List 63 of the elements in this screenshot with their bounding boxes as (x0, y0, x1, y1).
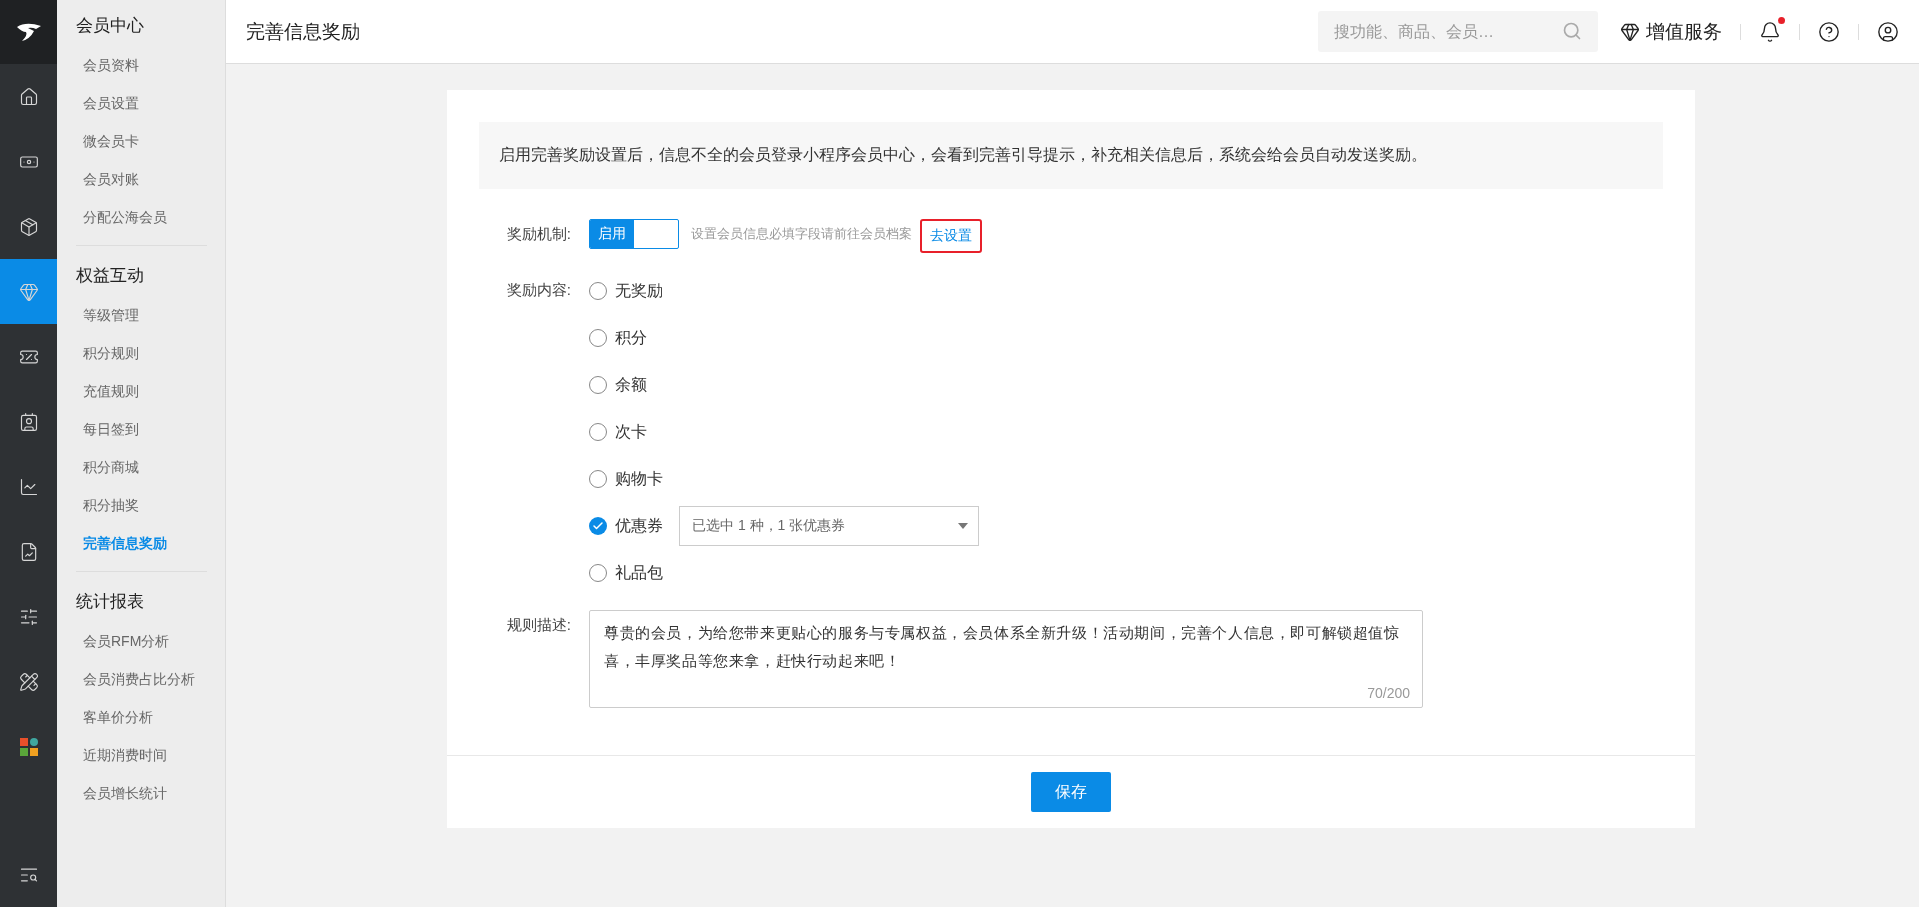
sidebar-item[interactable]: 近期消费时间 (57, 737, 225, 775)
option-label: 购物卡 (615, 468, 663, 489)
sidebar-item[interactable]: 会员增长统计 (57, 775, 225, 813)
field-label: 奖励机制: (505, 224, 572, 244)
search-icon[interactable] (1562, 21, 1582, 41)
diamond-icon (18, 281, 39, 302)
sidebar-group-title: 会员中心 (75, 15, 145, 37)
chart-icon (18, 476, 39, 497)
char-counter: 70/200 (1367, 685, 1410, 701)
description-field[interactable]: 尊贵的会员，为给您带来更贴心的服务与专属权益，会员体系全新升级！活动期间，完善个人信息，即可解锁超值惊喜，丰厚奖品等您来拿，赶快行动起来吧！ 70/200 (589, 610, 1423, 708)
box-icon (18, 216, 39, 237)
page-title: 完善信息奖励 (246, 19, 361, 44)
account-button[interactable] (1877, 20, 1899, 43)
option-label: 积分 (615, 327, 647, 348)
sidebar-item[interactable]: 每日签到 (57, 411, 225, 449)
settings-link[interactable]: 去设置 (920, 219, 982, 253)
apps-icon (19, 737, 38, 756)
sidebar-item[interactable]: 会员资料 (57, 47, 225, 85)
radio-button[interactable] (589, 376, 607, 394)
sidebar-item[interactable]: 分配公海会员 (57, 199, 225, 237)
radio-button[interactable] (589, 564, 607, 582)
option-label: 无奖励 (615, 280, 663, 301)
description-text: 尊贵的会员，为给您带来更贴心的服务与专属权益，会员体系全新升级！活动期间，完善个人信息，即可解锁超值惊喜，丰厚奖品等您来拿，赶快行动起来吧！ (604, 623, 1401, 672)
save-button[interactable]: 保存 (1031, 772, 1111, 812)
sliders-icon (18, 606, 39, 627)
sidebar-item[interactable]: 会员RFM分析 (57, 623, 225, 661)
radio-button[interactable] (589, 282, 607, 300)
radio-button[interactable] (589, 423, 607, 441)
option-label: 优惠券 (615, 515, 663, 536)
notice-banner: 启用完善奖励设置后，信息不全的会员登录小程序会员中心，会看到完善引导提示，补充相关信息后，系统会给会员自动发送奖励。 (479, 122, 1663, 189)
help-button[interactable] (1818, 20, 1840, 43)
sidebar-item[interactable]: 微会员卡 (57, 123, 225, 161)
sidebar-item[interactable]: 会员对账 (57, 161, 225, 199)
caret-icon (958, 523, 968, 529)
field-label: 规则描述: (505, 615, 572, 635)
check-icon (592, 520, 604, 532)
contact-card-icon (18, 411, 39, 432)
sidebar-item[interactable]: 积分抽奖 (57, 487, 225, 525)
option-label: 余额 (615, 374, 647, 395)
field-label: 奖励内容: (505, 280, 572, 300)
value-service-link[interactable]: 增值服务 (1620, 18, 1722, 45)
sidebar-item[interactable]: 会员设置 (57, 85, 225, 123)
radio-button[interactable] (589, 329, 607, 347)
sidebar-item[interactable]: 积分规则 (57, 335, 225, 373)
sidebar-group-title: 统计报表 (75, 591, 145, 613)
sidebar-item[interactable]: 客单价分析 (57, 699, 225, 737)
sidebar-item[interactable]: 完善信息奖励 (57, 525, 225, 563)
sidebar-item[interactable]: 等级管理 (57, 297, 225, 335)
option-label: 礼品包 (615, 562, 663, 583)
diamond-icon (1620, 21, 1640, 42)
sidebar-group-title: 权益互动 (75, 265, 145, 287)
option-label: 次卡 (615, 421, 647, 442)
hint-text: 设置会员信息必填字段请前往会员档案 (691, 225, 912, 243)
enable-toggle[interactable]: 启用 (589, 219, 679, 249)
sidebar-item[interactable]: 会员消费占比分析 (57, 661, 225, 699)
sidebar-item[interactable]: 充值规则 (57, 373, 225, 411)
search-field[interactable]: 搜功能、商品、会员… (1318, 11, 1598, 52)
sidebar-item[interactable]: 积分商城 (57, 449, 225, 487)
radio-button[interactable] (589, 470, 607, 488)
pencil-ruler-icon (18, 671, 39, 692)
home-icon (18, 86, 39, 107)
coupon-select[interactable]: 已选中 1 种，1 张优惠券 (679, 506, 979, 546)
radio-button[interactable] (589, 517, 607, 535)
